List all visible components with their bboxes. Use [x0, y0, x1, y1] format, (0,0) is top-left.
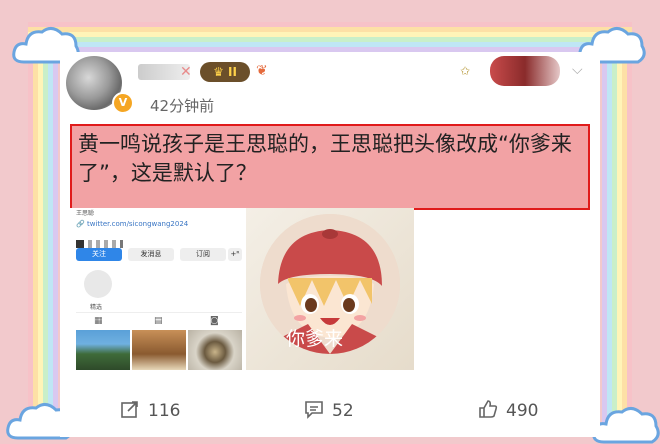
repost-button[interactable]: 116 — [120, 399, 180, 421]
add-friend-button[interactable]: +ᴿ — [228, 248, 242, 261]
x-mark-icon: ✕ — [180, 64, 192, 80]
frame-stripe-top — [28, 22, 632, 52]
profile-name: 王思聪 — [76, 210, 95, 217]
level-badge-text: II — [228, 65, 237, 79]
profile-stats-redacted — [76, 233, 196, 248]
profile-link: 🔗 twitter.com/sicongwang2024 — [76, 220, 189, 228]
grid-tab-icon[interactable]: ▦ — [94, 316, 103, 326]
like-button[interactable]: 490 — [478, 399, 538, 421]
frame-stripe-left — [28, 40, 58, 437]
post-image-avatar-screenshot[interactable]: 你爹来 — [246, 208, 414, 370]
verified-badge-icon: V — [112, 92, 134, 114]
thumbs-up-icon — [479, 400, 498, 418]
profile-link-text: twitter.com/sicongwang2024 — [86, 220, 189, 228]
profile-photo-3[interactable] — [188, 330, 242, 370]
star-icon: ✩ — [460, 64, 471, 78]
repost-icon — [121, 401, 138, 418]
post-text-highlight: 黄一鸣说孩子是王思聪的，王思聪把头像改成“你爹来了”，这是默认了？ — [70, 124, 590, 210]
highlight-label: 精选 — [90, 304, 103, 311]
weibo-post-card: V ✕ ♛ II ❦ 42分钟前 ✩ ⌵ 黄一鸣说孩子是王思聪的，王思聪把头像改… — [60, 52, 600, 437]
comment-count: 52 — [332, 401, 354, 421]
tagged-tab-icon[interactable]: ◙ — [210, 316, 219, 326]
post-image-profile-screenshot[interactable]: 王思聪 🔗 twitter.com/sicongwang2024 关注 发消息 … — [70, 208, 246, 370]
frame-stripe-right — [602, 40, 632, 437]
post-timestamp: 42分钟前 — [150, 97, 215, 115]
level-badge: ♛ II — [200, 62, 250, 82]
profile-photo-2[interactable] — [132, 330, 186, 370]
video-tab-icon[interactable]: ▤ — [154, 316, 163, 326]
post-text: 黄一鸣说孩子是王思聪的，王思聪把头像改成“你爹来了”，这是默认了？ — [78, 132, 572, 185]
profile-divider — [76, 312, 242, 313]
subscribe-button[interactable]: 订阅 — [180, 248, 226, 261]
avatar-caption: 你爹来 — [286, 328, 344, 350]
cloud-bottom-right-icon — [592, 407, 660, 444]
fan-badge-icon: ❦ — [256, 63, 268, 79]
message-button[interactable]: 发消息 — [128, 248, 174, 261]
highlight-circle[interactable] — [84, 270, 112, 298]
chevron-down-icon[interactable]: ⌵ — [572, 62, 583, 78]
repost-count: 116 — [148, 401, 181, 421]
comment-icon — [305, 401, 323, 419]
follow-button[interactable]: 关注 — [76, 248, 122, 261]
card-decoration-sticker — [490, 56, 560, 86]
profile-photo-1[interactable] — [76, 330, 130, 370]
comment-button[interactable]: 52 — [304, 399, 354, 421]
like-count: 490 — [506, 401, 539, 421]
